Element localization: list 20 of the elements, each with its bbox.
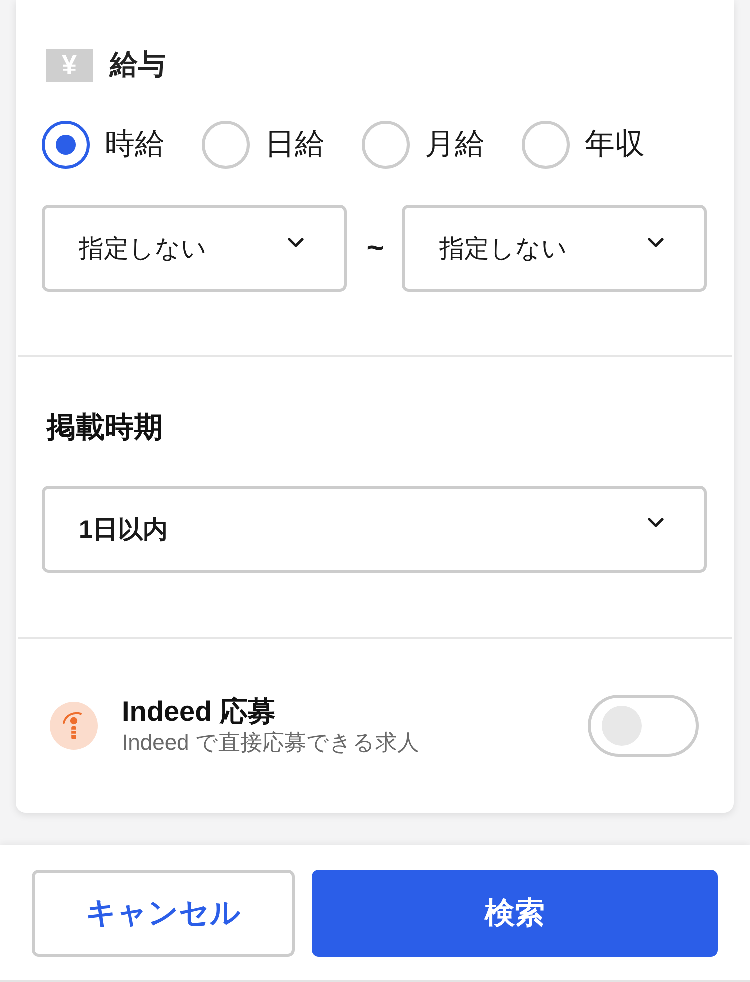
chevron-down-icon — [648, 518, 664, 528]
radio-label[interactable]: 月給 — [425, 127, 485, 163]
chevron-down-icon — [648, 238, 664, 248]
cancel-button[interactable]: キャンセル — [32, 870, 295, 957]
option-description: Indeed で直接応募できる求人 — [122, 729, 420, 758]
range-separator: ~ — [366, 234, 386, 264]
yen-badge: ¥ — [46, 48, 93, 82]
posting-period-dropdown[interactable]: 1日以内 — [42, 486, 707, 573]
radio-label[interactable]: 年収 — [585, 127, 645, 163]
min-salary-dropdown[interactable]: 指定しない — [42, 205, 347, 292]
section-title: 給与 — [110, 48, 166, 82]
radio-label[interactable]: 日給 — [265, 127, 325, 163]
max-salary-dropdown[interactable]: 指定しない — [402, 205, 707, 292]
radio-label[interactable]: 時給 — [105, 127, 165, 163]
chevron-down-icon — [288, 238, 304, 248]
radio-button[interactable] — [42, 121, 90, 169]
section-title: 掲載時期 — [47, 411, 163, 446]
info-icon — [50, 702, 98, 750]
search-button[interactable]: 検索 — [312, 870, 718, 957]
option-title: Indeed 応募 — [122, 695, 276, 730]
